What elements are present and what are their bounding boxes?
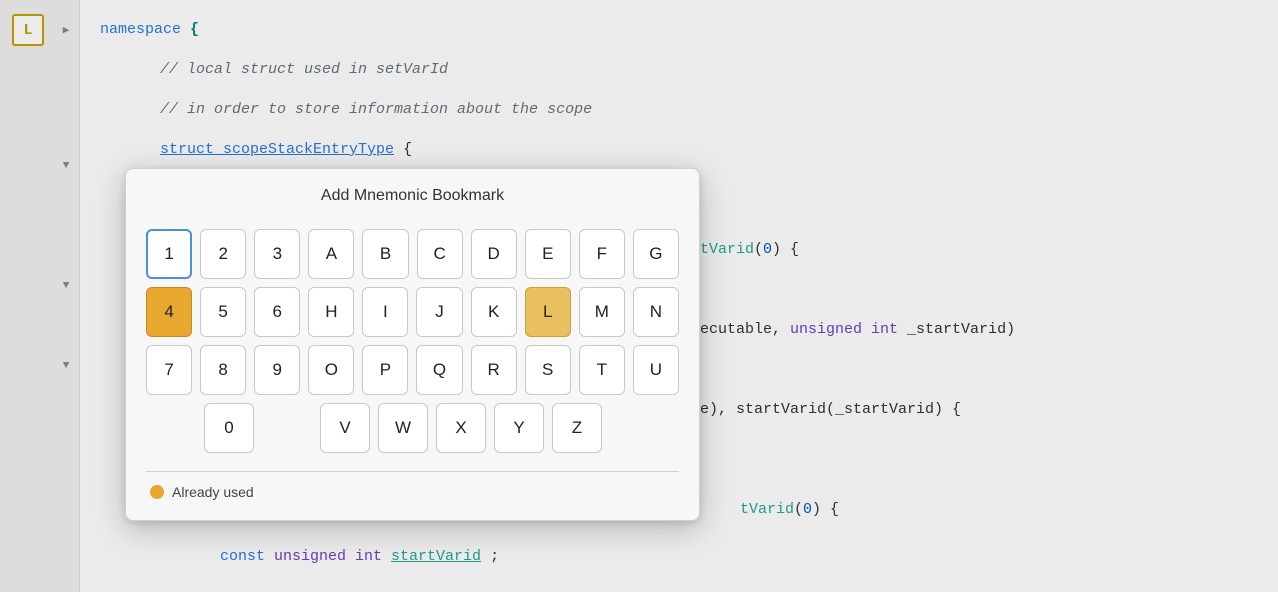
key-spacer-1 [146, 403, 196, 453]
key-Q[interactable]: Q [416, 345, 462, 395]
key-M[interactable]: M [579, 287, 625, 337]
key-H[interactable]: H [308, 287, 354, 337]
key-S[interactable]: S [525, 345, 571, 395]
key-C[interactable]: C [417, 229, 463, 279]
add-mnemonic-dialog: Add Mnemonic Bookmark 1 2 3 A B C D E F … [125, 168, 700, 521]
key-4[interactable]: 4 [146, 287, 192, 337]
key-spacer-2 [262, 403, 312, 453]
key-7[interactable]: 7 [146, 345, 192, 395]
key-F[interactable]: F [579, 229, 625, 279]
key-I[interactable]: I [362, 287, 408, 337]
keys-row-3: 7 8 9 O P Q R S T U [146, 345, 679, 395]
key-B[interactable]: B [362, 229, 408, 279]
key-0[interactable]: 0 [204, 403, 254, 453]
key-K[interactable]: K [471, 287, 517, 337]
key-A[interactable]: A [308, 229, 354, 279]
keys-row-1: 1 2 3 A B C D E F G [146, 229, 679, 279]
keys-row-2: 4 5 6 H I J K L M N [146, 287, 679, 337]
key-1[interactable]: 1 [146, 229, 192, 279]
key-X[interactable]: X [436, 403, 486, 453]
key-L[interactable]: L [525, 287, 571, 337]
already-used-label: Already used [172, 484, 254, 500]
key-T[interactable]: T [579, 345, 625, 395]
key-D[interactable]: D [471, 229, 517, 279]
key-Y[interactable]: Y [494, 403, 544, 453]
key-Z[interactable]: Z [552, 403, 602, 453]
key-5[interactable]: 5 [200, 287, 246, 337]
key-3[interactable]: 3 [254, 229, 300, 279]
key-W[interactable]: W [378, 403, 428, 453]
key-G[interactable]: G [633, 229, 679, 279]
key-P[interactable]: P [362, 345, 408, 395]
keys-grid: 1 2 3 A B C D E F G 4 5 6 H I J K L M N … [126, 219, 699, 467]
key-U[interactable]: U [633, 345, 679, 395]
legend-row: Already used [126, 484, 699, 500]
key-V[interactable]: V [320, 403, 370, 453]
dialog-divider [146, 471, 679, 472]
key-J[interactable]: J [416, 287, 462, 337]
key-6[interactable]: 6 [254, 287, 300, 337]
key-O[interactable]: O [308, 345, 354, 395]
key-2[interactable]: 2 [200, 229, 246, 279]
keys-row-4: 0 V W X Y Z [146, 403, 679, 453]
key-E[interactable]: E [525, 229, 571, 279]
key-R[interactable]: R [471, 345, 517, 395]
already-used-dot [150, 485, 164, 499]
key-9[interactable]: 9 [254, 345, 300, 395]
dialog-title: Add Mnemonic Bookmark [126, 169, 699, 219]
key-8[interactable]: 8 [200, 345, 246, 395]
key-N[interactable]: N [633, 287, 679, 337]
